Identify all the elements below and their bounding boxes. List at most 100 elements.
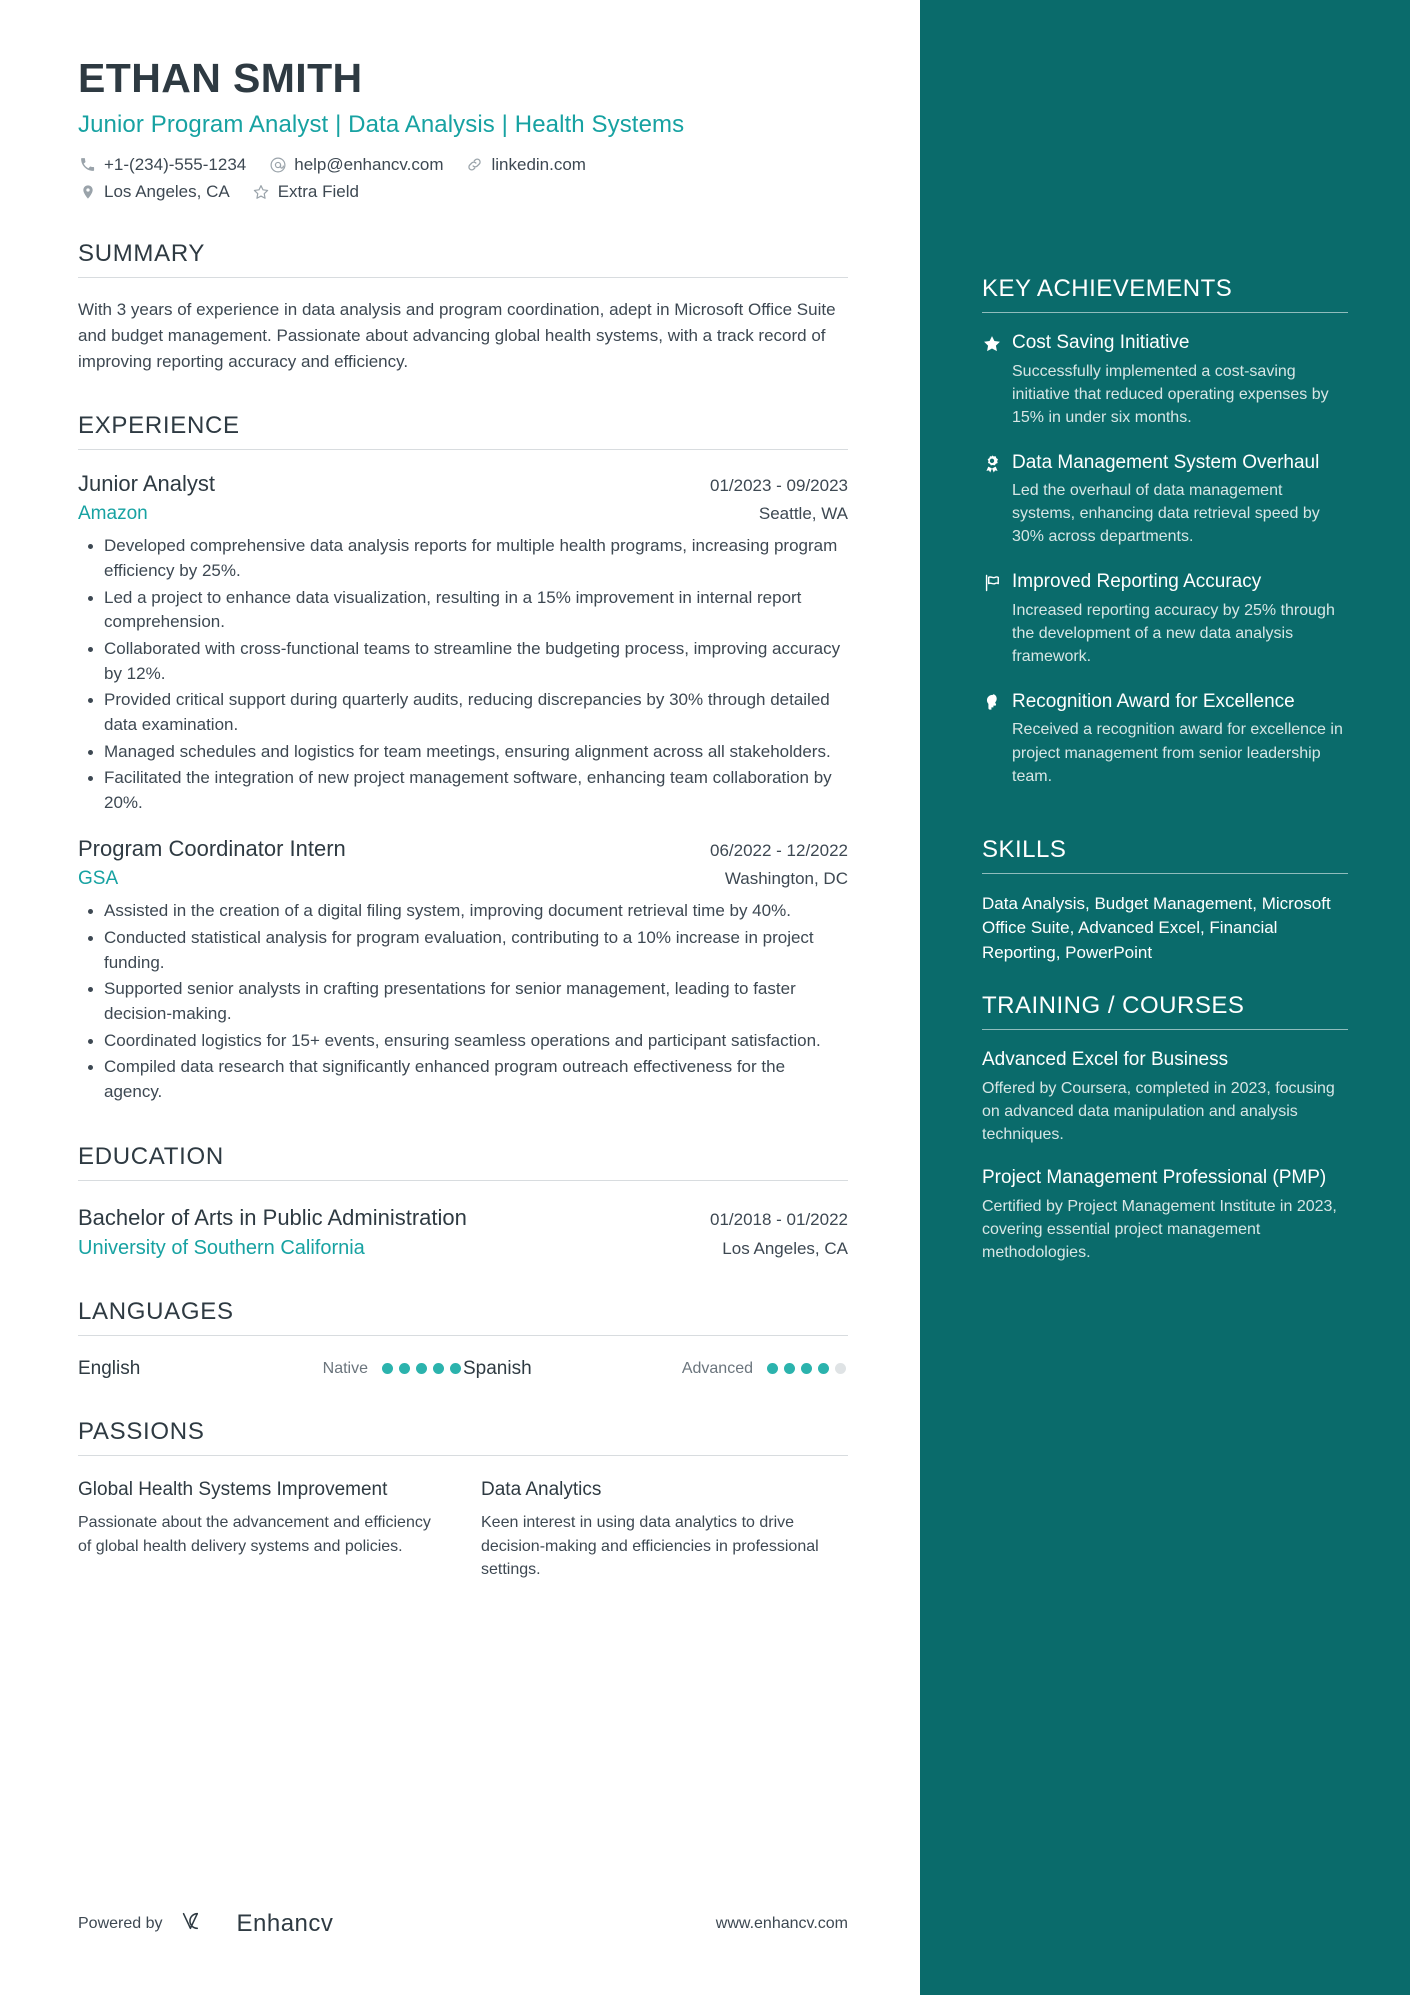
education-location: Los Angeles, CA: [722, 1238, 848, 1258]
section-experience: EXPERIENCE Junior Analyst 01/2023 - 09/2…: [78, 412, 848, 1104]
summary-text: With 3 years of experience in data analy…: [78, 299, 836, 371]
headline: Junior Program Analyst | Data Analysis |…: [78, 110, 685, 138]
job-company: Amazon: [78, 503, 148, 525]
skills-heading: SKILLS: [982, 835, 1067, 863]
training-description: Offered by Coursera, completed in 2023, …: [982, 1079, 1335, 1143]
divider: [78, 1179, 848, 1181]
achievement-description: Received a recognition award for excelle…: [1012, 721, 1343, 785]
divider: [982, 872, 1348, 874]
job-location: Seattle, WA: [758, 504, 848, 524]
education-school: University of Southern California: [78, 1236, 365, 1259]
job-bullet-list: Developed comprehensive data analysis re…: [78, 534, 848, 815]
training-item: Advanced Excel for Business Offered by C…: [982, 1048, 1348, 1146]
rating-dot-filled: [801, 1363, 812, 1375]
achievement-title: Cost Saving Initiative: [1012, 332, 1190, 353]
skills-text: Data Analysis, Budget Management, Micros…: [982, 893, 1331, 963]
job-bullet-list: Assisted in the creation of a digital fi…: [78, 899, 848, 1104]
contact-row-1: +1-(234)-555-1234 help@enhancv.com linke…: [78, 155, 848, 175]
passions-heading: PASSIONS: [78, 1417, 205, 1445]
contact-phone[interactable]: +1-(234)-555-1234: [78, 155, 246, 175]
sidebar-section-training: TRAINING / COURSES Advanced Excel for Bu…: [982, 992, 1348, 1264]
achievement-title: Data Management System Overhaul: [1012, 451, 1320, 473]
job-bullet: Coordinated logistics for 15+ events, en…: [88, 1029, 848, 1054]
phone-icon: [78, 155, 97, 174]
rating-dot-filled: [416, 1363, 427, 1375]
rating-dot-filled: [382, 1363, 393, 1375]
divider: [78, 1454, 848, 1456]
language-level: Native: [322, 1359, 368, 1377]
contact-info: +1-(234)-555-1234 help@enhancv.com linke…: [78, 155, 848, 202]
training-item: Project Management Professional (PMP) Ce…: [982, 1166, 1348, 1264]
language-rating-dots: [767, 1363, 846, 1375]
contact-phone-text: +1-(234)-555-1234: [104, 154, 247, 174]
footer-url[interactable]: www.enhancv.com: [716, 1915, 848, 1933]
sidebar-section-achievements: KEY ACHIEVEMENTS Cost Saving Initiative …: [982, 275, 1348, 788]
achievement-item: Cost Saving Initiative Successfully impl…: [982, 331, 1348, 429]
star-filled-icon: [982, 331, 1012, 429]
job-location: Washington, DC: [724, 869, 848, 889]
sidebar: KEY ACHIEVEMENTS Cost Saving Initiative …: [920, 0, 1410, 1995]
section-passions: PASSIONS Global Health Systems Improveme…: [78, 1418, 848, 1582]
rating-dot-filled: [818, 1363, 829, 1375]
divider: [982, 1029, 1348, 1030]
star-outline-icon: [252, 182, 271, 201]
page-title: ETHAN SMITH: [78, 55, 363, 101]
training-description: Certified by Project Management Institut…: [982, 1197, 1337, 1262]
award-medal-icon: [982, 451, 1012, 549]
job-bullet: Provided critical support during quarter…: [88, 688, 848, 737]
job-bullet: Managed schedules and logistics for team…: [88, 740, 848, 765]
language-name: Spanish: [463, 1357, 532, 1379]
education-degree: Bachelor of Arts in Public Administratio…: [78, 1204, 467, 1230]
rating-dot-filled: [450, 1363, 461, 1375]
contact-extra-field[interactable]: Extra Field: [252, 182, 359, 202]
experience-heading: EXPERIENCE: [78, 412, 240, 440]
achievement-description: Increased reporting accuracy by 25% thro…: [1012, 601, 1335, 665]
contact-location-text: Los Angeles, CA: [104, 181, 230, 201]
achievement-title: Recognition Award for Excellence: [1012, 690, 1295, 712]
section-education: EDUCATION Bachelor of Arts in Public Adm…: [78, 1143, 848, 1260]
achievement-title: Improved Reporting Accuracy: [1012, 571, 1262, 593]
language-name: English: [78, 1357, 141, 1379]
job-bullet: Assisted in the creation of a digital fi…: [88, 899, 848, 924]
achievements-heading: KEY ACHIEVEMENTS: [982, 275, 1233, 302]
language-rating-dots: [382, 1363, 461, 1375]
achievement-description: Successfully implemented a cost-saving i…: [1012, 362, 1329, 426]
job-dates: 01/2023 - 09/2023: [709, 476, 848, 496]
rating-dot-filled: [784, 1363, 795, 1375]
enhancv-logo-icon: [179, 1908, 221, 1939]
contact-row-2: Los Angeles, CA Extra Field: [78, 182, 848, 202]
job-dates: 06/2022 - 12/2022: [709, 841, 848, 861]
contact-email[interactable]: help@enhancv.com: [268, 155, 443, 175]
job-bullet: Led a project to enhance data visualizat…: [88, 586, 848, 635]
training-title: Advanced Excel for Business: [982, 1049, 1229, 1070]
languages-list: English Native Spanish Advanced: [78, 1358, 848, 1380]
languages-heading: LANGUAGES: [78, 1297, 234, 1325]
divider: [78, 1334, 848, 1336]
contact-location[interactable]: Los Angeles, CA: [78, 182, 230, 202]
contact-linkedin[interactable]: linkedin.com: [465, 155, 586, 175]
training-title: Project Management Professional (PMP): [982, 1167, 1327, 1189]
language-item: Spanish Advanced: [463, 1358, 848, 1380]
main-column: ETHAN SMITH Junior Program Analyst | Dat…: [0, 0, 920, 1995]
passion-item: Data Analytics Keen interest in using da…: [481, 1478, 848, 1582]
section-languages: LANGUAGES English Native Spanish Advance…: [78, 1298, 848, 1380]
contact-email-text: help@enhancv.com: [294, 154, 444, 174]
rating-dot-filled: [767, 1363, 778, 1375]
rating-dot-filled: [399, 1363, 410, 1375]
rating-dot-filled: [433, 1363, 444, 1375]
training-heading: TRAINING / COURSES: [982, 992, 1245, 1019]
achievement-description: Led the overhaul of data management syst…: [1012, 482, 1320, 546]
job-company: GSA: [78, 868, 119, 890]
education-entry: Bachelor of Arts in Public Administratio…: [78, 1205, 848, 1260]
passion-description: Passionate about the advancement and eff…: [78, 1513, 431, 1555]
email-icon: [268, 155, 287, 174]
education-dates: 01/2018 - 01/2022: [709, 1209, 848, 1229]
page-footer: Powered by Enhancv www.enhancv.com: [78, 1908, 848, 1939]
brand-name: Enhancv: [236, 1909, 334, 1937]
summary-heading: SUMMARY: [78, 239, 206, 267]
achievement-item: Data Management System Overhaul Led the …: [982, 451, 1348, 549]
divider: [78, 276, 848, 278]
rating-dot-empty: [835, 1363, 846, 1375]
location-pin-icon: [78, 182, 97, 201]
job-bullet: Supported senior analysts in crafting pr…: [88, 977, 848, 1026]
